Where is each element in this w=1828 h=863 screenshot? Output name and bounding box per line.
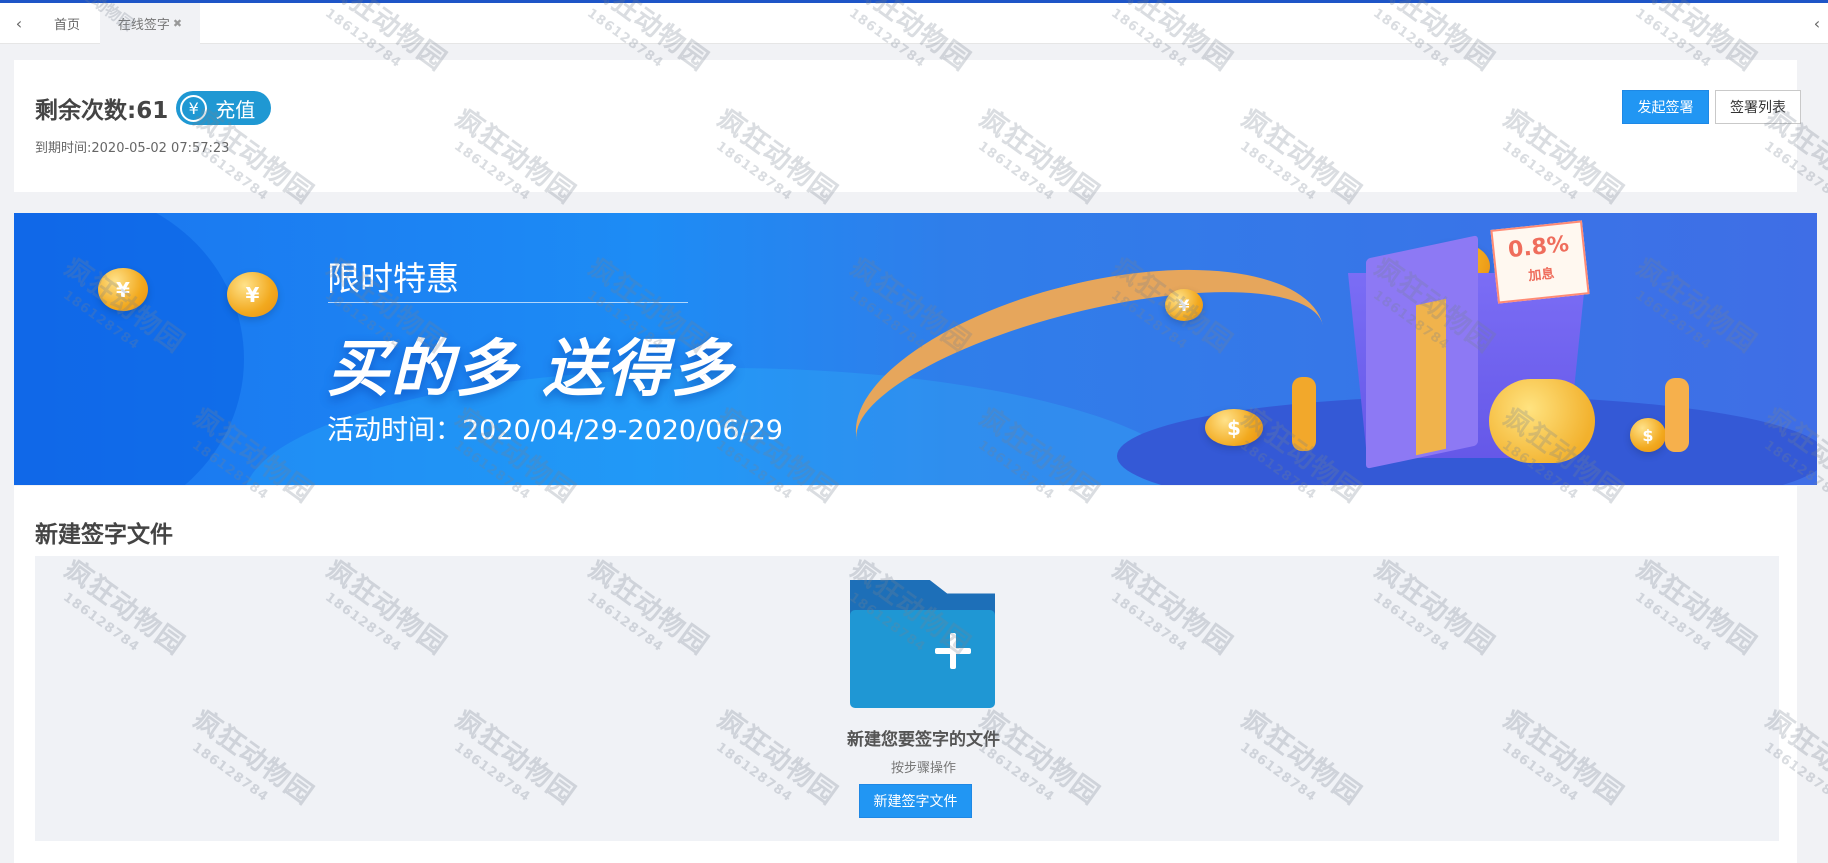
tab-online-signature[interactable]: 在线签字 ✖ [100,3,200,44]
upload-title: 新建您要签字的文件 [847,730,1000,750]
tab-online-signature-label: 在线签字 [117,18,170,33]
tab-scroll-right-icon[interactable]: ‹ [1806,3,1828,44]
coin-icon: ¥ [1165,289,1203,321]
coin-icon: ¥ [98,268,148,311]
new-file-area[interactable]: 新建您要签字的文件 按步骤操作 新建签字文件 [35,556,1779,841]
folder-plus-icon[interactable] [850,580,995,708]
banner-dark-wave [14,213,244,485]
new-signature-file-button[interactable]: 新建签字文件 [859,784,972,818]
person-illustration [1292,377,1316,451]
remaining-count-row: 剩余次数:61 ¥ 充值 [35,91,272,125]
banner-divider [328,302,688,303]
remaining-count: 剩余次数:61 [35,98,169,124]
interest-coupon-label: 加息 [1527,266,1556,285]
banner-title: 限时特惠 [327,259,459,298]
interest-coupon: 0.8% 加息 [1490,220,1590,304]
signature-list-button[interactable]: 签署列表 [1715,90,1801,124]
tab-bar: ‹ 首页 在线签字 ✖ ‹ [0,3,1828,44]
tab-scroll-left-icon[interactable]: ‹ [8,3,30,44]
recharge-label: 充值 [215,97,256,122]
interest-coupon-value: 0.8% [1506,231,1571,264]
upload-description: 按步骤操作 [890,761,956,776]
banner-activity-time: 活动时间：2020/04/29-2020/06/29 [327,415,783,446]
tab-home[interactable]: 首页 [54,3,80,44]
dollar-coin-icon: $ [1630,418,1666,452]
close-icon[interactable]: ✖ [173,17,182,30]
section-title: 新建签字文件 [35,522,173,548]
coin-icon: ¥ [227,272,278,317]
new-signature-file-card: 新建签字文件 新建您要签字的文件 按步骤操作 新建签字文件 [14,486,1797,863]
banner-slogan: 买的多 送得多 [327,332,735,405]
promo-banner[interactable]: ¥ ¥ ¥ $ $ $ 0.8% 加息 限时特惠 买的多 送得多 活动时间：20… [14,213,1817,485]
gift-ribbon [1416,298,1446,456]
launch-signature-button[interactable]: 发起签署 [1622,90,1709,124]
account-info-card: 剩余次数:61 ¥ 充值 到期时间:2020-05-02 07:57:23 发起… [14,60,1801,192]
recharge-button[interactable]: ¥ 充值 [176,91,272,125]
dollar-coin-icon: $ [1205,409,1263,446]
yen-icon: ¥ [180,94,208,122]
expire-time: 到期时间:2020-05-02 07:57:23 [35,141,230,156]
piggy-bank-illustration [1489,379,1595,463]
person-illustration [1665,378,1689,452]
plus-icon [932,630,974,672]
